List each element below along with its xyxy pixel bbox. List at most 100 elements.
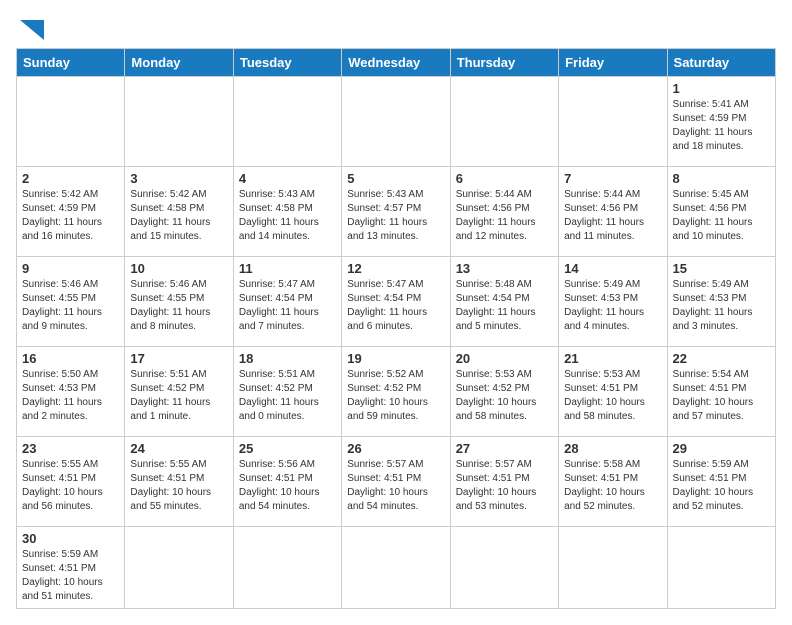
day-info: Sunrise: 5:51 AMSunset: 4:52 PMDaylight:… [239, 368, 336, 424]
day-number: 24 [130, 441, 227, 456]
day-of-week-header: Monday [125, 49, 233, 77]
day-number: 9 [22, 261, 119, 276]
day-number: 20 [456, 351, 553, 366]
calendar-cell: 24 Sunrise: 5:55 AMSunset: 4:51 PMDayligh… [125, 437, 233, 527]
day-number: 16 [22, 351, 119, 366]
day-info: Sunrise: 5:48 AMSunset: 4:54 PMDaylight:… [456, 278, 553, 334]
calendar-cell: 17Sunrise: 5:51 AMSunset: 4:52 PMDayligh… [125, 347, 233, 437]
calendar-cell: 7Sunrise: 5:44 AMSunset: 4:56 PMDaylight… [559, 167, 667, 257]
day-number: 12 [347, 261, 444, 276]
calendar-cell: 8 Sunrise: 5:45 AMSunset: 4:56 PMDaylight… [667, 167, 775, 257]
day-info: Sunrise: 5:41 AMSunset: 4:59 PMDaylight:… [673, 98, 770, 154]
day-number: 8 [673, 171, 770, 186]
calendar-cell: 29 Sunrise: 5:59 AMSunset: 4:51 PMDayligh… [667, 437, 775, 527]
day-info: Sunrise: 5:42 AMSunset: 4:59 PMDaylight:… [22, 188, 119, 244]
calendar-cell: 1 Sunrise: 5:41 AMSunset: 4:59 PMDaylight… [667, 77, 775, 167]
calendar-cell: 22 Sunrise: 5:54 AMSunset: 4:51 PMDayligh… [667, 347, 775, 437]
day-number: 11 [239, 261, 336, 276]
day-info: Sunrise: 5:56 AMSunset: 4:51 PMDaylight:… [239, 458, 336, 514]
day-number: 28 [564, 441, 661, 456]
day-number: 29 [673, 441, 770, 456]
day-info: Sunrise: 5:58 AMSunset: 4:51 PMDaylight:… [564, 458, 661, 514]
calendar-week-row: 30Sunrise: 5:59 AMSunset: 4:51 PMDayligh… [17, 527, 776, 609]
day-of-week-header: Tuesday [233, 49, 341, 77]
calendar-cell: 21 Sunrise: 5:53 AMSunset: 4:51 PMDayligh… [559, 347, 667, 437]
calendar-cell: 12 Sunrise: 5:47 AMSunset: 4:54 PMDayligh… [342, 257, 450, 347]
calendar-cell: 25 Sunrise: 5:56 AMSunset: 4:51 PMDayligh… [233, 437, 341, 527]
calendar-cell: 14Sunrise: 5:49 AMSunset: 4:53 PMDayligh… [559, 257, 667, 347]
day-number: 4 [239, 171, 336, 186]
day-number: 17 [130, 351, 227, 366]
day-info: Sunrise: 5:55 AMSunset: 4:51 PMDaylight:… [22, 458, 119, 514]
calendar-cell: 30Sunrise: 5:59 AMSunset: 4:51 PMDayligh… [17, 527, 125, 609]
calendar-cell: 18 Sunrise: 5:51 AMSunset: 4:52 PMDayligh… [233, 347, 341, 437]
day-number: 15 [673, 261, 770, 276]
day-info: Sunrise: 5:53 AMSunset: 4:51 PMDaylight:… [564, 368, 661, 424]
day-info: Sunrise: 5:46 AMSunset: 4:55 PMDaylight:… [22, 278, 119, 334]
calendar-cell: 15 Sunrise: 5:49 AMSunset: 4:53 PMDayligh… [667, 257, 775, 347]
day-info: Sunrise: 5:49 AMSunset: 4:53 PMDaylight:… [673, 278, 770, 334]
calendar-cell [233, 527, 341, 609]
calendar-header-row: SundayMondayTuesdayWednesdayThursdayFrid… [17, 49, 776, 77]
day-info: Sunrise: 5:59 AMSunset: 4:51 PMDaylight:… [673, 458, 770, 514]
day-number: 30 [22, 531, 119, 546]
day-number: 19 [347, 351, 444, 366]
day-number: 21 [564, 351, 661, 366]
calendar-cell [342, 527, 450, 609]
day-info: Sunrise: 5:44 AMSunset: 4:56 PMDaylight:… [456, 188, 553, 244]
calendar-cell: 28 Sunrise: 5:58 AMSunset: 4:51 PMDayligh… [559, 437, 667, 527]
day-info: Sunrise: 5:44 AMSunset: 4:56 PMDaylight:… [564, 188, 661, 244]
calendar-cell: 4 Sunrise: 5:43 AMSunset: 4:58 PMDaylight… [233, 167, 341, 257]
day-number: 13 [456, 261, 553, 276]
calendar-cell [559, 77, 667, 167]
calendar-cell: 26Sunrise: 5:57 AMSunset: 4:51 PMDayligh… [342, 437, 450, 527]
day-of-week-header: Wednesday [342, 49, 450, 77]
calendar-cell: 3Sunrise: 5:42 AMSunset: 4:58 PMDaylight… [125, 167, 233, 257]
day-of-week-header: Saturday [667, 49, 775, 77]
day-info: Sunrise: 5:47 AMSunset: 4:54 PMDaylight:… [347, 278, 444, 334]
calendar-week-row: 1 Sunrise: 5:41 AMSunset: 4:59 PMDaylight… [17, 77, 776, 167]
day-number: 18 [239, 351, 336, 366]
calendar-cell [233, 77, 341, 167]
calendar-cell [342, 77, 450, 167]
day-number: 10 [130, 261, 227, 276]
calendar-cell [667, 527, 775, 609]
day-number: 25 [239, 441, 336, 456]
day-info: Sunrise: 5:43 AMSunset: 4:57 PMDaylight:… [347, 188, 444, 244]
day-number: 2 [22, 171, 119, 186]
calendar-cell [559, 527, 667, 609]
day-number: 6 [456, 171, 553, 186]
day-of-week-header: Friday [559, 49, 667, 77]
day-info: Sunrise: 5:45 AMSunset: 4:56 PMDaylight:… [673, 188, 770, 244]
day-info: Sunrise: 5:42 AMSunset: 4:58 PMDaylight:… [130, 188, 227, 244]
calendar-cell [125, 527, 233, 609]
calendar-week-row: 9 Sunrise: 5:46 AMSunset: 4:55 PMDaylight… [17, 257, 776, 347]
header [16, 16, 776, 40]
calendar-cell: 10 Sunrise: 5:46 AMSunset: 4:55 PMDayligh… [125, 257, 233, 347]
day-number: 26 [347, 441, 444, 456]
calendar-week-row: 2 Sunrise: 5:42 AMSunset: 4:59 PMDaylight… [17, 167, 776, 257]
calendar-cell: 23 Sunrise: 5:55 AMSunset: 4:51 PMDayligh… [17, 437, 125, 527]
day-number: 23 [22, 441, 119, 456]
day-info: Sunrise: 5:46 AMSunset: 4:55 PMDaylight:… [130, 278, 227, 334]
day-of-week-header: Thursday [450, 49, 558, 77]
day-info: Sunrise: 5:50 AMSunset: 4:53 PMDaylight:… [22, 368, 119, 424]
calendar-cell: 20Sunrise: 5:53 AMSunset: 4:52 PMDayligh… [450, 347, 558, 437]
day-info: Sunrise: 5:54 AMSunset: 4:51 PMDaylight:… [673, 368, 770, 424]
calendar-week-row: 16 Sunrise: 5:50 AMSunset: 4:53 PMDayligh… [17, 347, 776, 437]
day-number: 22 [673, 351, 770, 366]
day-number: 5 [347, 171, 444, 186]
logo-triangle-icon [20, 20, 44, 40]
day-info: Sunrise: 5:55 AMSunset: 4:51 PMDaylight:… [130, 458, 227, 514]
calendar-cell: 11Sunrise: 5:47 AMSunset: 4:54 PMDayligh… [233, 257, 341, 347]
calendar-cell: 5 Sunrise: 5:43 AMSunset: 4:57 PMDaylight… [342, 167, 450, 257]
calendar-cell [17, 77, 125, 167]
day-info: Sunrise: 5:43 AMSunset: 4:58 PMDaylight:… [239, 188, 336, 244]
day-info: Sunrise: 5:52 AMSunset: 4:52 PMDaylight:… [347, 368, 444, 424]
calendar-cell: 19 Sunrise: 5:52 AMSunset: 4:52 PMDayligh… [342, 347, 450, 437]
day-number: 1 [673, 81, 770, 96]
calendar-cell: 2 Sunrise: 5:42 AMSunset: 4:59 PMDaylight… [17, 167, 125, 257]
day-of-week-header: Sunday [17, 49, 125, 77]
logo [16, 16, 44, 40]
day-info: Sunrise: 5:49 AMSunset: 4:53 PMDaylight:… [564, 278, 661, 334]
